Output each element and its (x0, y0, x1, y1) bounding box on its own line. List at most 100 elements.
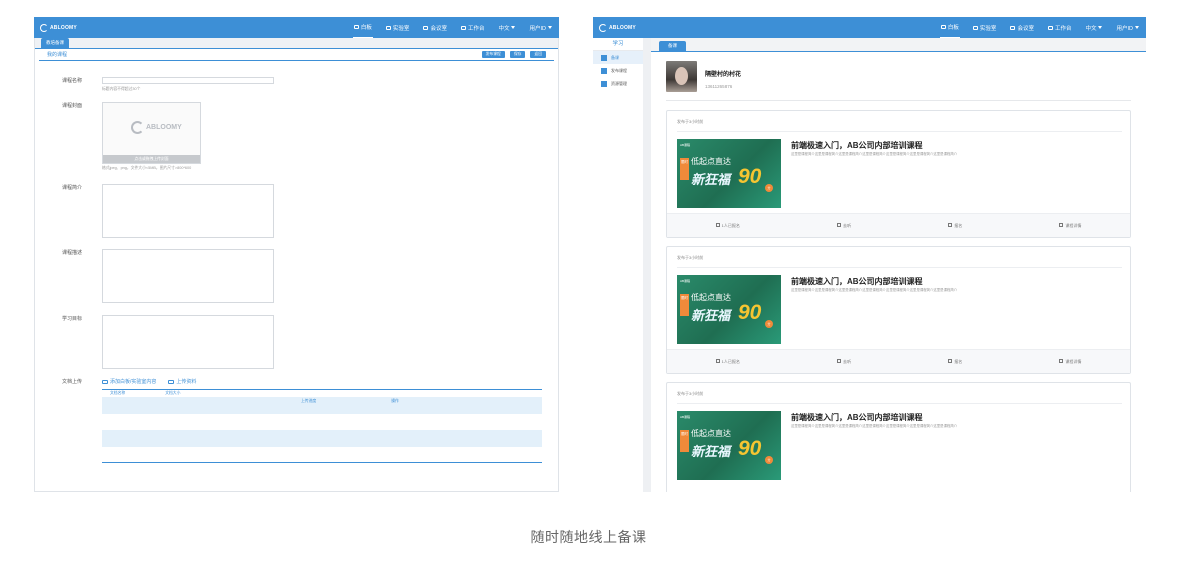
nav-label: 工作台 (1054, 25, 1072, 32)
enroll-icon (948, 359, 953, 364)
foot-label: 去听 (843, 358, 852, 364)
enroll-button[interactable]: 报名 (948, 223, 962, 229)
course-title[interactable]: 前端极速入门，AB公司内部培训课程 (791, 276, 923, 287)
detail-icon (1059, 359, 1064, 364)
app-logo[interactable]: ABLOOMY (599, 23, 636, 32)
learning-goal-textarea[interactable] (102, 315, 274, 369)
course-intro-textarea[interactable] (102, 184, 274, 238)
foot-label: 报名 (954, 222, 963, 228)
nav-workbench[interactable]: 工作台 (460, 17, 486, 38)
nav-whiteboard[interactable]: 白板 (352, 17, 373, 38)
course-detail-button[interactable]: 课程详情 (1059, 223, 1081, 229)
file-table: 文档名称 文档大小 上传进度 操作 (102, 389, 542, 463)
course-desc-textarea[interactable] (102, 249, 274, 303)
tab-bar: 教培备课 (35, 38, 558, 49)
learning-goal-label: 学习目标 (62, 316, 83, 322)
thumb-score: 90 (738, 301, 762, 324)
sidebar-item-prep[interactable]: 备课 (593, 51, 643, 64)
add-whiteboard-content-button[interactable]: 添加白板/实验室内容 (102, 378, 156, 385)
enroll-button[interactable]: 报名 (948, 359, 962, 365)
course-card[interactable]: 发布于3小时前 AB课程 限时 低起点直达 新狂福 90 分 前端极速入门，AB… (666, 246, 1131, 374)
foot-label: 1人已报名 (721, 358, 740, 364)
foot-label: 1人已报名 (721, 222, 740, 228)
avatar[interactable] (666, 61, 697, 92)
sidebar-item-publish[interactable]: 发布课程 (593, 64, 643, 77)
action-label: 添加白板/实验室内容 (110, 379, 157, 385)
prep-icon (601, 54, 607, 61)
resources-icon (601, 80, 607, 87)
thumb-badge: 限时 (680, 294, 689, 316)
thumb-line1: 低起点直达 (691, 429, 731, 438)
divider (677, 131, 1122, 132)
file-table-header: 文档名称 文档大小 (102, 389, 542, 397)
thumb-unit: 分 (765, 456, 773, 464)
course-card[interactable]: 发布于3小时前 AB课程 限时 低起点直达 新狂福 90 分 前端极速入门，AB… (666, 110, 1131, 238)
col-upload-progress: 上传进度 (301, 399, 317, 403)
nav-lab[interactable]: 实验室 (385, 17, 411, 38)
nav-label: 用户ID (1116, 25, 1133, 32)
cover-upload[interactable]: ABLOOMY 点击或拖拽上传封面 (102, 102, 201, 164)
divider (677, 403, 1122, 404)
language-select[interactable]: 中文 (1084, 17, 1103, 38)
app-logo[interactable]: ABLOOMY (40, 23, 77, 32)
detail-icon (1059, 223, 1064, 228)
col-actions: 操作 (391, 399, 399, 403)
sidebar: 学习 备课 发布课程 资源管理 (593, 38, 643, 492)
publish-button[interactable]: 发布课程 (481, 51, 505, 58)
course-title[interactable]: 前端极速入门，AB公司内部培训课程 (791, 412, 923, 423)
enrolled-count: 1人已报名 (715, 358, 740, 365)
course-title[interactable]: 前端极速入门，AB公司内部培训课程 (791, 140, 923, 151)
course-thumbnail[interactable]: AB课程 限时 低起点直达 新狂福 90 分 (677, 139, 781, 208)
upload-material-button[interactable]: 上传资料 (168, 378, 196, 385)
foot-label: 报名 (954, 358, 963, 364)
foot-label: 课程详情 (1065, 358, 1082, 364)
enroll-icon (948, 223, 953, 228)
course-name-hint: 标题内容不得超过30个 (102, 87, 141, 91)
editor-body: 教培备课 我的课程 发布课程 保存 返回 课程名称 标题内容不得超过30个 课程… (34, 38, 559, 492)
save-button[interactable]: 保存 (509, 51, 526, 58)
tab-prep[interactable]: 教培备课 (41, 38, 69, 48)
thumb-badge: 限时 (680, 158, 689, 180)
course-thumbnail[interactable]: AB课程 限时 低起点直达 新狂福 90 分 (677, 411, 781, 480)
lab-icon (385, 25, 391, 30)
publish-time: 发布于3小时前 (677, 391, 704, 396)
upload-actions: 添加白板/实验室内容 上传资料 (102, 378, 196, 385)
nav-lab[interactable]: 实验室 (972, 17, 998, 38)
publish-time: 发布于3小时前 (677, 119, 704, 124)
tab-bar: 备课 (651, 38, 1146, 52)
table-row (102, 430, 542, 447)
course-thumbnail[interactable]: AB课程 限时 低起点直达 新狂福 90 分 (677, 275, 781, 344)
thumb-line2: 新狂福 (691, 172, 731, 187)
back-button[interactable]: 返回 (530, 51, 546, 58)
profile-phone: 13611265876 (705, 84, 733, 89)
thumb-line1: 低起点直达 (691, 157, 731, 166)
language-select[interactable]: 中文 (497, 17, 516, 38)
user-menu[interactable]: 用户ID (1115, 17, 1140, 38)
course-intro-label: 课程简介 (62, 185, 83, 191)
course-name-input[interactable] (102, 77, 274, 84)
nav-label: 用户ID (529, 25, 546, 32)
page-caption: 随时随地线上备课 (530, 529, 647, 545)
nav-meeting[interactable]: 会议室 (1009, 17, 1035, 38)
cloud-upload-icon (168, 379, 175, 384)
user-menu[interactable]: 用户ID (528, 17, 553, 38)
course-card[interactable]: 发布于3小时前 AB课程 限时 低起点直达 新狂福 90 分 前端极速入门，AB… (666, 382, 1131, 492)
listen-button[interactable]: 去听 (837, 359, 851, 365)
divider (666, 100, 1131, 101)
thumb-unit: 分 (765, 184, 773, 192)
tab-prep[interactable]: 备课 (659, 41, 686, 51)
course-list-screenshot: ABLOOMY 白板 实验室 会议室 工作台 中文 用户ID 学习 备课 发布课… (593, 17, 1146, 492)
workbench-icon (1047, 25, 1053, 30)
top-nav-bar: ABLOOMY 白板 实验室 会议室 工作台 中文 用户ID (34, 17, 559, 38)
nav-workbench[interactable]: 工作台 (1047, 17, 1073, 38)
listen-button[interactable]: 去听 (837, 223, 851, 229)
nav-meeting[interactable]: 会议室 (422, 17, 448, 38)
col-doc-name: 文档名称 (110, 391, 126, 395)
nav-whiteboard[interactable]: 白板 (939, 17, 960, 38)
lab-icon (972, 25, 978, 30)
cover-upload-bar[interactable]: 点击或拖拽上传封面 (103, 155, 200, 163)
nav-label: 中文 (1085, 25, 1097, 32)
sidebar-item-resources[interactable]: 资源管理 (593, 77, 643, 90)
foot-label: 去听 (843, 222, 852, 228)
course-detail-button[interactable]: 课程详情 (1059, 359, 1081, 365)
